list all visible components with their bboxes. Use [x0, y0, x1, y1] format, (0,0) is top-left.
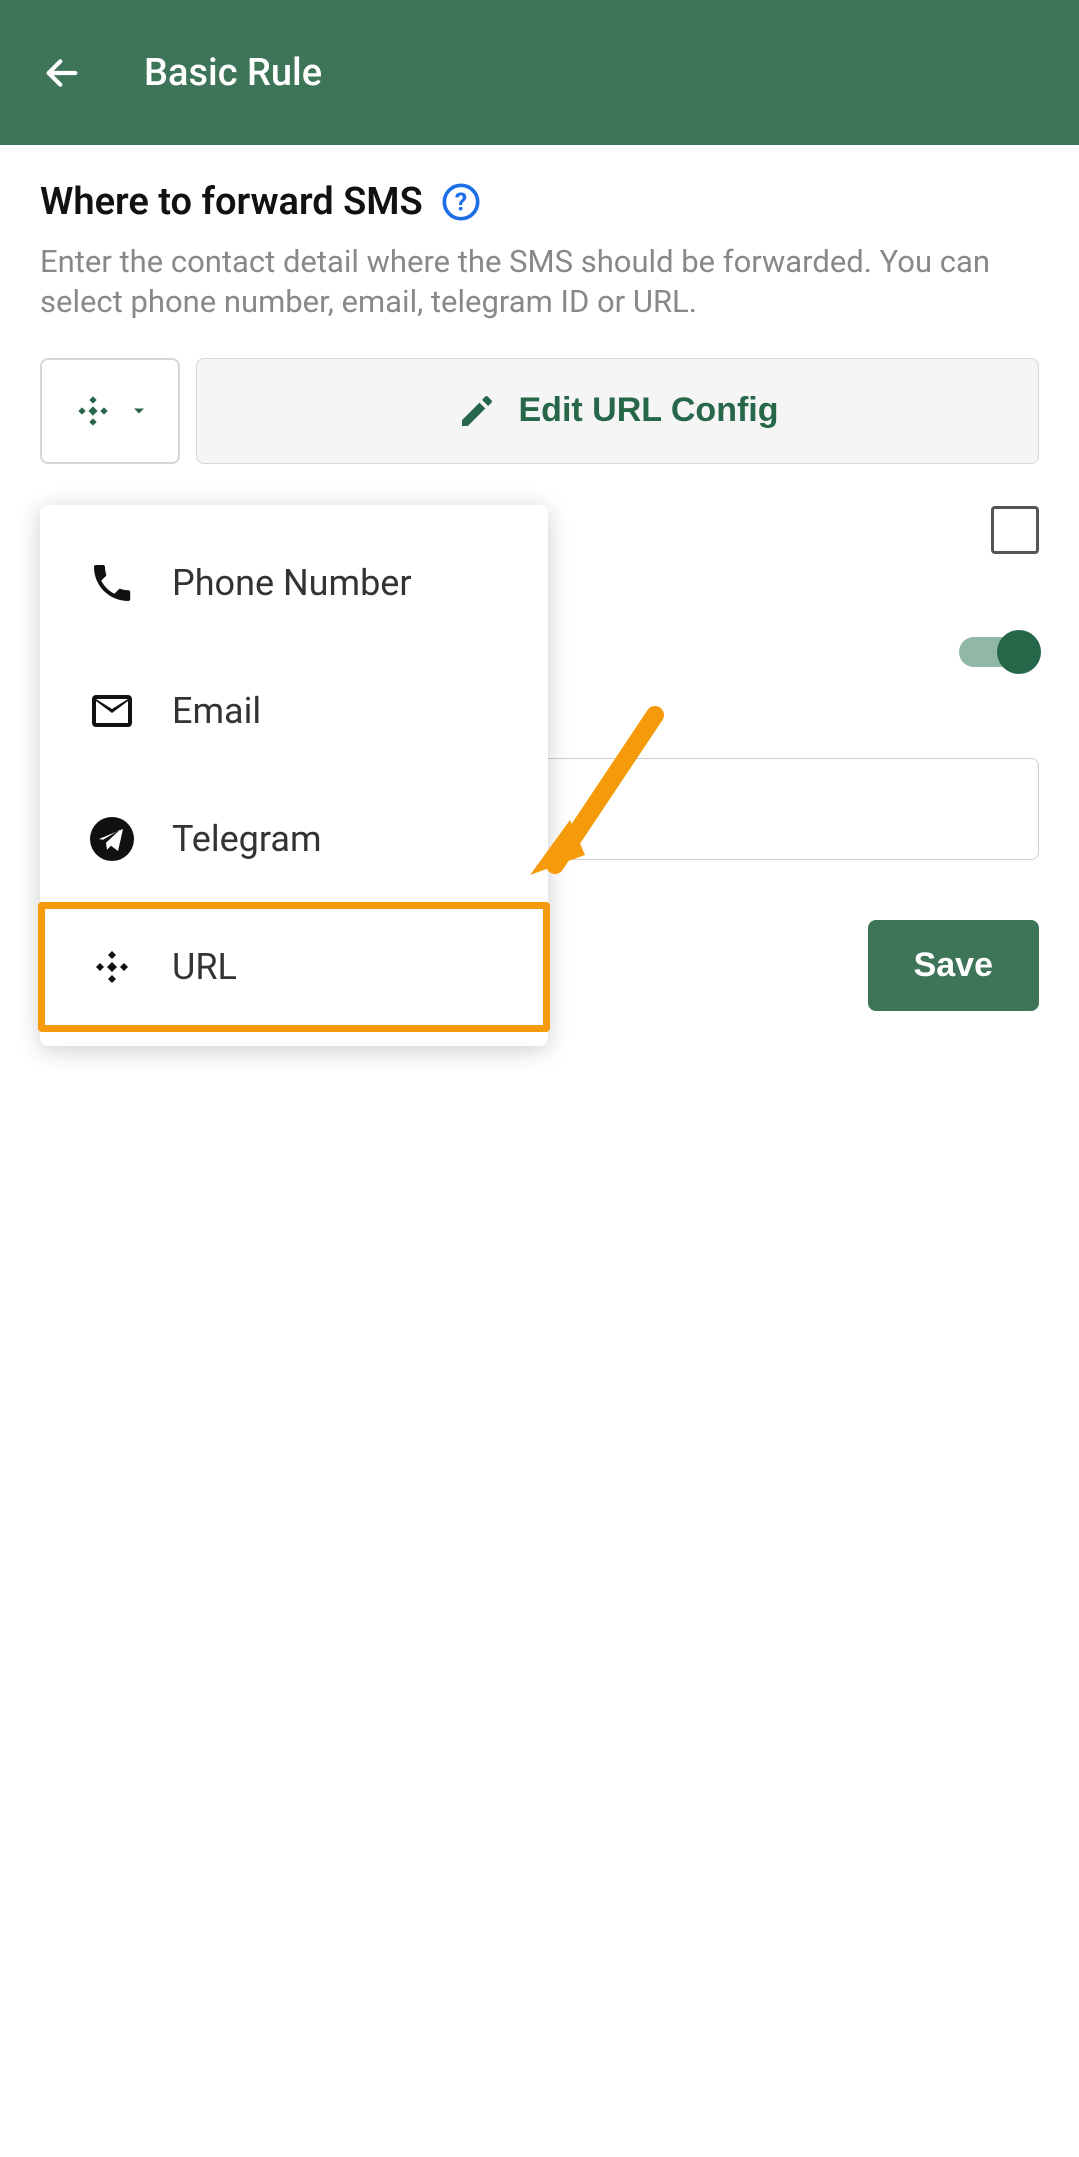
dropdown-item-telegram[interactable]: Telegram [40, 775, 548, 903]
forward-type-row: Edit URL Config [40, 358, 1039, 464]
option-checkbox[interactable] [991, 506, 1039, 554]
svg-text:?: ? [455, 188, 467, 217]
section-description: Enter the contact detail where the SMS s… [40, 242, 1039, 323]
forward-type-selector[interactable] [40, 358, 180, 464]
option-toggle[interactable] [959, 637, 1039, 667]
api-icon [71, 389, 115, 433]
telegram-icon [88, 815, 136, 863]
toggle-knob [997, 630, 1041, 674]
edit-url-config-button[interactable]: Edit URL Config [196, 358, 1039, 464]
phone-icon [88, 559, 136, 607]
api-icon [88, 943, 136, 991]
app-header: Basic Rule [0, 0, 1079, 145]
pencil-icon [457, 391, 497, 431]
help-button[interactable]: ? [441, 182, 481, 222]
forward-type-dropdown: Phone Number Email Telegram URL [40, 505, 548, 1046]
dropdown-item-label: Email [172, 690, 261, 732]
dropdown-item-label: URL [172, 946, 237, 988]
chevron-down-icon [129, 401, 149, 421]
edit-config-label: Edit URL Config [519, 391, 779, 430]
section-title-row: Where to forward SMS ? [40, 180, 1039, 224]
arrow-left-icon [42, 53, 82, 93]
back-button[interactable] [40, 51, 84, 95]
help-icon: ? [441, 182, 481, 222]
dropdown-item-label: Telegram [172, 818, 322, 860]
dropdown-item-label: Phone Number [172, 562, 412, 604]
page-title: Basic Rule [144, 51, 322, 95]
content-area: Where to forward SMS ? Enter the contact… [0, 145, 1079, 1046]
section-title: Where to forward SMS [40, 180, 423, 224]
dropdown-item-email[interactable]: Email [40, 647, 548, 775]
email-icon [88, 687, 136, 735]
dropdown-item-url[interactable]: URL [38, 902, 550, 1032]
save-button[interactable]: Save [868, 920, 1039, 1011]
dropdown-item-phone-number[interactable]: Phone Number [40, 519, 548, 647]
